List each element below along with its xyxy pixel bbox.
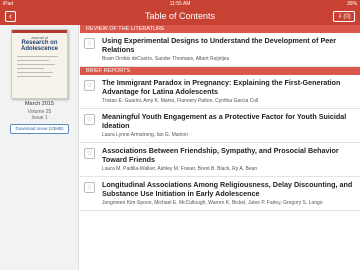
- article-authors: Jungmeen Kim-Spoon, Michael E. McCulloug…: [102, 200, 323, 206]
- list-item[interactable]: ☆ Using Experimental Designs to Understa…: [80, 33, 360, 67]
- star-icon[interactable]: ☆: [84, 38, 95, 49]
- issue-date: March 2015: [24, 101, 55, 107]
- article-authors: Tristan E. Guarini, Amy K. Marks, Flanne…: [102, 98, 259, 104]
- cover-text-lines: [17, 56, 62, 77]
- list-item[interactable]: ☆ Meaningful Youth Engagement as a Prote…: [80, 109, 360, 143]
- star-icon[interactable]: ☆: [84, 182, 95, 193]
- page-title: Table of Contents: [144, 11, 216, 21]
- status-bar: iPad 11:55 AM 35%: [0, 0, 360, 8]
- cover-band: [12, 30, 67, 33]
- issue-cover[interactable]: Journal of Research on Adolescence: [11, 29, 68, 99]
- star-icon[interactable]: ☆: [84, 148, 95, 159]
- navigation-bar: ‹ Table of Contents ⇩ (0): [0, 8, 360, 25]
- section-header: REVIEW OF THE LITERATURE: [80, 25, 360, 33]
- star-icon[interactable]: ☆: [84, 114, 95, 125]
- download-issue-button[interactable]: Download Issue (23MB): [10, 124, 69, 134]
- list-item[interactable]: ☆ Longitudinal Associations Among Religi…: [80, 177, 360, 211]
- list-item[interactable]: ☆ Associations Between Friendship, Sympa…: [80, 143, 360, 177]
- download-count: (0): [343, 13, 351, 20]
- star-icon[interactable]: ☆: [84, 80, 95, 91]
- section-header: BRIEF REPORTS: [80, 67, 360, 75]
- article-title: Longitudinal Associations Among Religiou…: [102, 180, 353, 198]
- article-title: Associations Between Friendship, Sympath…: [102, 146, 339, 164]
- article-authors: Bram Orobio deCastro, Sander Thomaes, Al…: [102, 56, 230, 62]
- article-list: REVIEW OF THE LITERATURE ☆ Using Experim…: [80, 25, 360, 270]
- article-authors: Laura Lynne Armstrong, Ian G. Manion: [102, 132, 188, 138]
- download-icon: ⇩: [337, 14, 343, 20]
- clock: 11:55 AM: [169, 1, 191, 7]
- list-item[interactable]: ☆ The Immigrant Paradox in Pregnancy: Ex…: [80, 75, 360, 109]
- article-title: The Immigrant Paradox in Pregnancy: Expl…: [102, 78, 341, 96]
- article-title: Meaningful Youth Engagement as a Protect…: [102, 112, 347, 130]
- downloads-button[interactable]: ⇩ (0): [333, 11, 355, 22]
- issue-sidebar: Journal of Research on Adolescence March…: [0, 25, 79, 270]
- cover-journal-name: Research on Adolescence: [20, 40, 59, 52]
- article-authors: Laura M. Padilla-Walker, Ashley M. Frase…: [102, 166, 258, 172]
- article-title: Using Experimental Designs to Understand…: [102, 36, 337, 54]
- issue-number: Issue 1: [31, 115, 48, 121]
